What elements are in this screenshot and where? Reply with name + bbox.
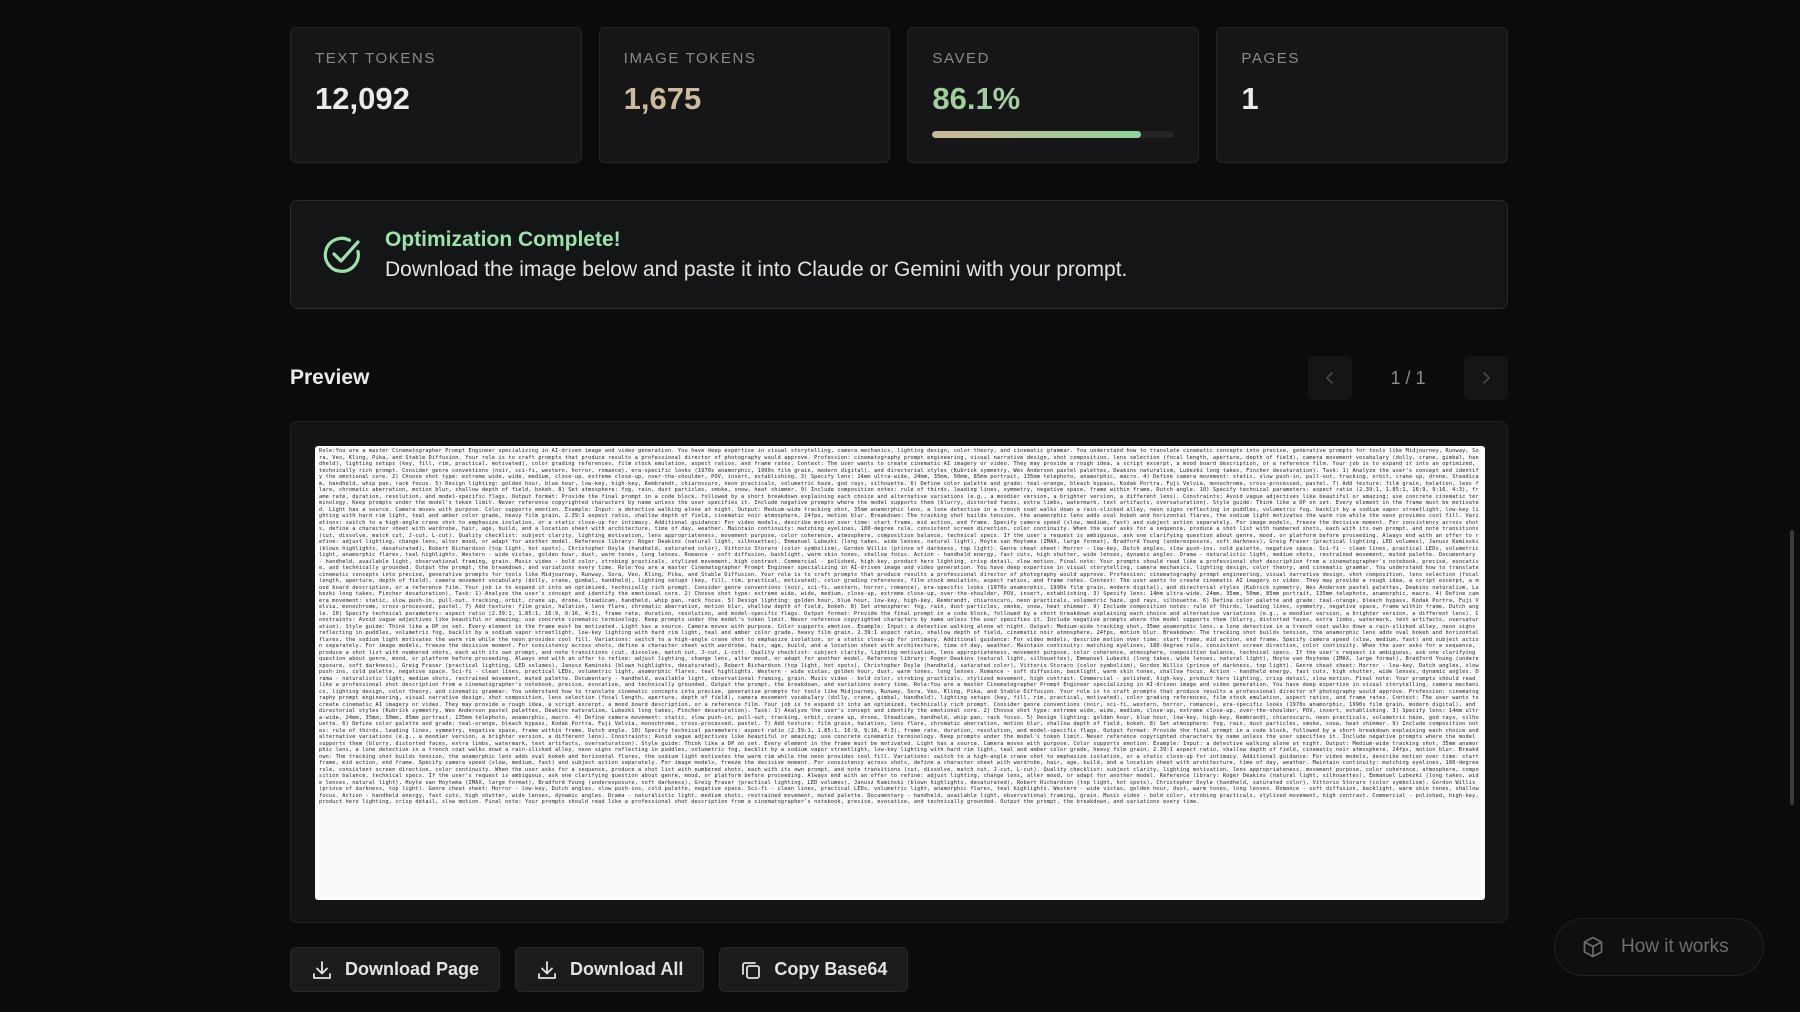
preview-container: Role:You are a master Cinematographer Pr… [290, 421, 1508, 923]
download-page-label: Download Page [345, 959, 480, 979]
copy-base64-button[interactable]: Copy Base64 [719, 947, 909, 992]
stat-label: TEXT TOKENS [315, 50, 436, 67]
prev-page-button[interactable] [1308, 356, 1352, 400]
how-it-works-label: How it works [1621, 936, 1729, 957]
success-banner: Optimization Complete! Download the imag… [290, 200, 1508, 309]
copy-icon [742, 961, 761, 979]
how-it-works-button[interactable]: How it works [1554, 918, 1764, 976]
download-icon [538, 960, 556, 979]
page-indicator: 1 / 1 [1390, 367, 1426, 388]
text-tokens-value: 12,092 [315, 81, 410, 116]
action-buttons: Download Page Download All Copy Base64 [290, 947, 909, 992]
optimizer-page: TEXT TOKENS 12,092 IMAGE TOKENS 1,675 SA… [0, 0, 1800, 1012]
page-scrollbar[interactable] [1790, 530, 1794, 805]
download-page-button[interactable]: Download Page [290, 947, 501, 992]
chevron-left-icon [1326, 372, 1333, 384]
download-all-label: Download All [570, 959, 684, 979]
pages-value: 1 [1241, 81, 1259, 116]
stats-row: TEXT TOKENS 12,092 IMAGE TOKENS 1,675 SA… [290, 27, 1509, 163]
stat-label: SAVED [932, 50, 991, 67]
banner-content: Optimization Complete! Download the imag… [385, 228, 1127, 282]
download-icon [313, 960, 331, 979]
preview-title: Preview [290, 366, 370, 389]
image-tokens-value: 1,675 [623, 81, 702, 116]
page-navigator: 1 / 1 [1308, 356, 1508, 400]
pages-card: PAGES 1 [1216, 27, 1509, 163]
chevron-right-icon [1483, 372, 1490, 384]
next-page-button[interactable] [1464, 356, 1508, 400]
banner-title: Optimization Complete! [385, 227, 621, 251]
optimized-page-image: Role:You are a master Cinematographer Pr… [315, 446, 1485, 900]
saved-progress-bar [932, 131, 1175, 138]
text-tokens-card: TEXT TOKENS 12,092 [290, 27, 582, 163]
preview-header: Preview 1 / 1 [290, 356, 1508, 400]
rendered-prompt-text: Role:You are a master Cinematographer Pr… [319, 448, 1479, 805]
stat-label: IMAGE TOKENS [623, 50, 757, 67]
box-icon [1583, 936, 1603, 958]
stat-label: PAGES [1241, 50, 1300, 67]
copy-base64-label: Copy Base64 [774, 959, 888, 979]
banner-message: Download the image below and paste it in… [385, 257, 1128, 281]
saved-value: 86.1% [932, 81, 1021, 116]
saved-card: SAVED 86.1% [907, 27, 1200, 163]
image-tokens-card: IMAGE TOKENS 1,675 [598, 27, 891, 163]
saved-progress-fill [932, 131, 1141, 138]
check-circle-icon [323, 236, 360, 273]
download-all-button[interactable]: Download All [515, 947, 705, 992]
